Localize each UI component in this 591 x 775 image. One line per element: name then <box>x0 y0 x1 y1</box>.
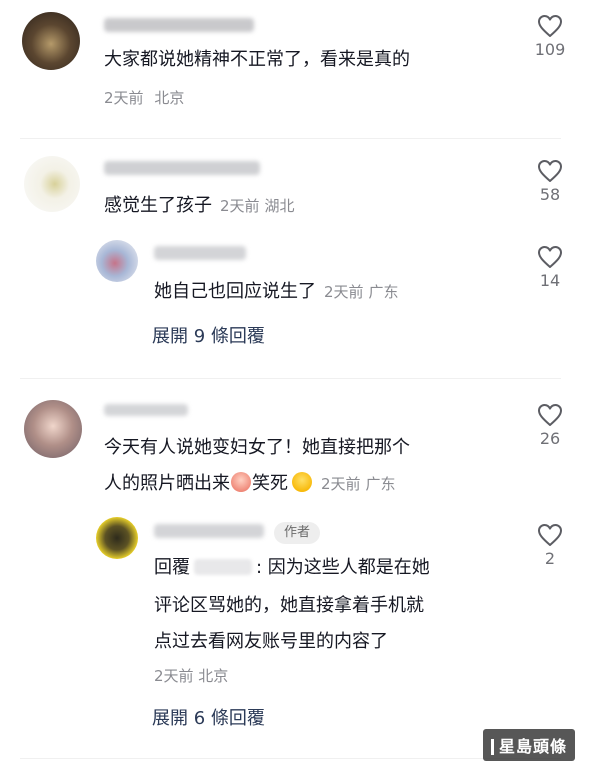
avatar[interactable] <box>96 240 138 282</box>
reply-text-line: 她自己也回应说生了 2天前 广东 <box>154 276 399 308</box>
reply-text: 评论区骂她的，她直接拿着手机就 <box>154 595 424 616</box>
divider <box>20 138 561 139</box>
reply-text: 点过去看网友账号里的内容了 <box>154 631 388 652</box>
comment-text: 感觉生了孩子 <box>104 195 212 216</box>
heart-icon <box>538 15 562 37</box>
comment-text: 今天有人说她变妇女了！她直接把那个 <box>104 437 410 458</box>
heart-icon <box>538 404 562 426</box>
divider <box>20 378 561 379</box>
comment-meta: 2天前 北京 <box>104 87 184 108</box>
like-button[interactable]: 14 <box>530 245 570 290</box>
avatar[interactable] <box>96 517 138 559</box>
like-button[interactable]: 2 <box>530 523 570 568</box>
like-count: 58 <box>539 185 561 204</box>
reply-time: 2天前 <box>324 283 364 301</box>
reply-text-line: 回覆 : 因为这些人都是在她 <box>154 552 430 584</box>
username-blurred[interactable] <box>104 161 260 175</box>
username-blurred[interactable] <box>104 18 254 32</box>
comment-time: 2天前 <box>220 197 260 215</box>
divider <box>20 758 561 759</box>
reply-location: 广东 <box>368 283 399 301</box>
heart-icon <box>538 246 562 268</box>
avatar[interactable] <box>22 12 80 70</box>
mentioned-user-blurred[interactable] <box>194 559 252 575</box>
comment-location: 湖北 <box>264 197 295 215</box>
reply-text: 她自己也回应说生了 <box>154 281 316 302</box>
reply-prefix: 回覆 <box>154 557 190 578</box>
shy-face-emoji-icon <box>231 472 251 492</box>
expand-replies-button[interactable]: 展開 6 條回覆 <box>152 704 265 730</box>
expand-replies-button[interactable]: 展開 9 條回覆 <box>152 322 265 348</box>
like-button[interactable]: 109 <box>530 14 570 59</box>
username-blurred[interactable] <box>154 246 246 260</box>
watermark-text: 星島頭條 <box>498 737 567 756</box>
laughing-face-emoji-icon <box>292 472 312 492</box>
like-button[interactable]: 26 <box>530 403 570 448</box>
comment-text: 人的照片晒出来 <box>104 473 230 494</box>
comment-text: 大家都说她精神不正常了，看来是真的 <box>104 49 410 70</box>
comment-time: 2天前 <box>321 475 361 493</box>
watermark-logo: 星島頭條 <box>482 729 575 761</box>
comment-location: 广东 <box>365 475 396 493</box>
like-button[interactable]: 58 <box>530 159 570 204</box>
like-count: 14 <box>539 271 561 290</box>
comment-time: 2天前 <box>104 89 144 107</box>
avatar[interactable] <box>24 156 80 212</box>
like-count: 2 <box>544 549 556 568</box>
watermark-bar-icon <box>490 739 494 755</box>
author-badge: 作者 <box>274 522 321 544</box>
reply-meta: 2天前 北京 <box>154 667 229 685</box>
comment-text: 笑死 <box>252 473 288 494</box>
comment-text-line: 人的照片晒出来 笑死 2天前 广东 <box>104 468 396 500</box>
avatar[interactable] <box>24 400 82 458</box>
heart-icon <box>538 160 562 182</box>
like-count: 109 <box>534 40 566 59</box>
comment-text-line: 感觉生了孩子 2天前 湖北 <box>104 190 295 222</box>
like-count: 26 <box>539 429 561 448</box>
username-blurred[interactable] <box>104 404 188 416</box>
reply-text: : 因为这些人都是在她 <box>256 557 430 578</box>
heart-icon <box>538 524 562 546</box>
username-blurred[interactable] <box>154 524 264 538</box>
comment-location: 北京 <box>154 89 185 107</box>
